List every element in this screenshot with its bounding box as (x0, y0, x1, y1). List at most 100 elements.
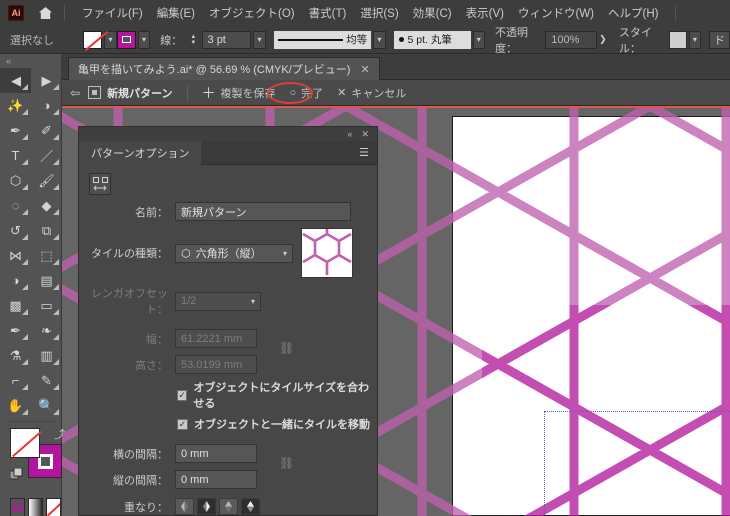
swap-fill-stroke-icon[interactable]: ⤴ (54, 426, 65, 442)
menu-item-select[interactable]: 選択(S) (353, 1, 405, 25)
curvature-icon: ✐ (41, 123, 52, 139)
tab-pattern-options[interactable]: パターンオプション (79, 141, 201, 165)
gradient-tool[interactable]: ▭ (31, 293, 62, 318)
stroke-weight-stepper-icon[interactable]: ▲▼ (188, 31, 198, 49)
hand-tool[interactable]: ✋ (0, 393, 31, 418)
fit-tile-to-art-row[interactable]: ✓ オブジェクトにタイルサイズを合わせる (177, 379, 377, 411)
color-button[interactable] (10, 498, 25, 516)
menu-item-edit[interactable]: 編集(E) (150, 1, 202, 25)
paintbrush-tool[interactable]: 🖌 (31, 168, 62, 193)
zoom-tool[interactable]: 🔍 (31, 393, 62, 418)
stroke-weight-dropdown-icon[interactable]: ▾ (253, 31, 265, 49)
fill-swatch-button[interactable] (83, 31, 102, 49)
menu-item-object[interactable]: オブジェクト(O) (202, 1, 302, 25)
panel-menu-icon[interactable]: ☰ (359, 146, 369, 159)
cancel-button[interactable]: ✕ キャンセル (337, 85, 406, 101)
tile-width-input: 61.2221 mm (175, 329, 257, 348)
overlap-bottom-in-front-button[interactable] (219, 498, 238, 515)
artboard-tool[interactable]: ⌐ (0, 368, 31, 393)
move-tile-with-art-row[interactable]: ✓ オブジェクトと一緒にタイルを移動 (177, 416, 377, 432)
h-spacing-row: 横の間隔： 0 mm ⛓ (79, 444, 377, 463)
graphic-style-swatch[interactable] (669, 31, 686, 49)
perspective-grid-tool[interactable]: ▤ (31, 268, 62, 293)
selection-tool[interactable]: ▶ (0, 68, 31, 93)
move-tile-with-art-checkbox[interactable]: ✓ (177, 419, 188, 430)
close-tab-icon[interactable]: ✕ (360, 63, 369, 76)
width-tool[interactable]: ⋈ (0, 243, 31, 268)
pattern-name-input[interactable]: 新規パターン (175, 202, 351, 221)
brick-offset-value: 1/2 (181, 295, 196, 307)
document-tab[interactable]: 亀甲を描いてみよう.ai* @ 56.69 % (CMYK/プレビュー) ✕ (68, 57, 380, 80)
rotate-tool[interactable]: ↺ (0, 218, 31, 243)
overlap-left-in-front-button[interactable] (175, 498, 194, 515)
pattern-tile-edit-button[interactable] (89, 173, 111, 195)
menu-item-window[interactable]: ウィンドウ(W) (511, 1, 601, 25)
opacity-input[interactable]: 100% (545, 31, 597, 49)
stroke-profile-selector[interactable]: 均等 (274, 31, 371, 49)
menu-item-type[interactable]: 書式(T) (302, 1, 354, 25)
tool-flyout-indicator-icon (22, 309, 28, 315)
link-chain-icon[interactable]: ⛓ (279, 456, 294, 470)
menu-bar: Ai ファイル(F) 編集(E) オブジェクト(O) 書式(T) 選択(S) 効… (0, 0, 730, 26)
gradient-button[interactable] (28, 498, 43, 516)
mesh-tool[interactable]: ▩ (0, 293, 31, 318)
graphic-style-dropdown-icon[interactable]: ▾ (689, 31, 701, 49)
type-tool[interactable]: T (0, 143, 31, 168)
eraser-tool[interactable]: ◆ (31, 193, 62, 218)
overlap-top-in-front-button[interactable] (241, 498, 260, 515)
brush-label: 5 pt. 丸筆 (408, 32, 452, 47)
shape-tool[interactable]: ⬡ (0, 168, 31, 193)
menu-item-view[interactable]: 表示(V) (459, 1, 511, 25)
direct-selection-tool[interactable]: ▶ (31, 68, 62, 93)
fill-color-swatch[interactable] (10, 428, 40, 458)
stroke-swatch-dropdown-icon[interactable]: ▾ (138, 31, 150, 49)
line-segment-icon: ／ (40, 146, 53, 165)
menu-item-help[interactable]: ヘルプ(H) (601, 1, 665, 25)
back-arrow-icon[interactable]: ⇦ (70, 86, 80, 100)
pen-tool[interactable]: ✒ (0, 118, 31, 143)
brick-offset-select: 1/2 ▾ (175, 292, 261, 311)
line-segment-tool[interactable]: ／ (31, 143, 62, 168)
scale-tool[interactable]: ⧉ (31, 218, 62, 243)
h-spacing-input[interactable]: 0 mm (175, 444, 257, 463)
menu-item-file[interactable]: ファイル(F) (75, 1, 150, 25)
link-chain-icon[interactable]: ⛓ (279, 341, 294, 355)
blend-tool[interactable]: ❧ (31, 318, 62, 343)
overlap-right-in-front-button[interactable] (197, 498, 216, 515)
lasso-tool[interactable]: ◑ (31, 93, 62, 118)
tools-grid: ▶▶✨◑✒✐T／⬡🖌◌◆↺⧉⋈⬚◑▤▩▭✒❧⚗▥⌐✎✋🔍 (0, 68, 61, 418)
free-transform-tool[interactable]: ⬚ (31, 243, 62, 268)
default-fill-stroke-icon[interactable] (10, 468, 23, 481)
stroke-swatch-button[interactable] (117, 31, 136, 49)
brush-definition-selector[interactable]: 5 pt. 丸筆 (394, 31, 471, 49)
eyedropper-tool[interactable]: ✒ (0, 318, 31, 343)
column-graph-tool[interactable]: ▥ (31, 343, 62, 368)
save-a-copy-button[interactable]: ＋ 複製を保存 (202, 85, 276, 101)
magic-wand-tool[interactable]: ✨ (0, 93, 31, 118)
panel-collapse-icon[interactable]: « (347, 129, 352, 139)
pattern-tile-icon (88, 86, 101, 99)
curvature-tool[interactable]: ✐ (31, 118, 62, 143)
panel-close-icon[interactable]: ✕ (361, 129, 369, 140)
brush-dropdown-icon[interactable]: ▾ (473, 31, 485, 49)
tile-type-label: タイルの種類： (89, 245, 175, 261)
tool-flyout-indicator-icon (22, 184, 28, 190)
lasso-icon: ◑ (43, 98, 51, 113)
opacity-expand-icon[interactable]: ❯ (597, 31, 609, 49)
slice-tool[interactable]: ✎ (31, 368, 62, 393)
symbol-sprayer-tool[interactable]: ⚗ (0, 343, 31, 368)
artboard-icon: ⌐ (12, 373, 20, 388)
shaper-tool[interactable]: ◌ (0, 193, 31, 218)
stroke-weight-input[interactable]: 3 pt (202, 31, 252, 49)
document-setup-button[interactable]: ド (709, 31, 730, 49)
tile-type-select[interactable]: ⬡ 六角形（縦） ▾ (175, 244, 293, 263)
menu-item-effect[interactable]: 効果(C) (406, 1, 459, 25)
none-button[interactable] (46, 498, 61, 516)
tools-panel-collapse-icon[interactable]: « (0, 54, 61, 68)
tile-width-label: 幅： (89, 331, 175, 347)
home-icon[interactable] (36, 4, 54, 22)
fit-tile-to-art-checkbox[interactable]: ✓ (177, 390, 187, 401)
shape-builder-tool[interactable]: ◑ (0, 268, 31, 293)
stroke-profile-dropdown-icon[interactable]: ▾ (373, 31, 385, 49)
v-spacing-input[interactable]: 0 mm (175, 470, 257, 489)
